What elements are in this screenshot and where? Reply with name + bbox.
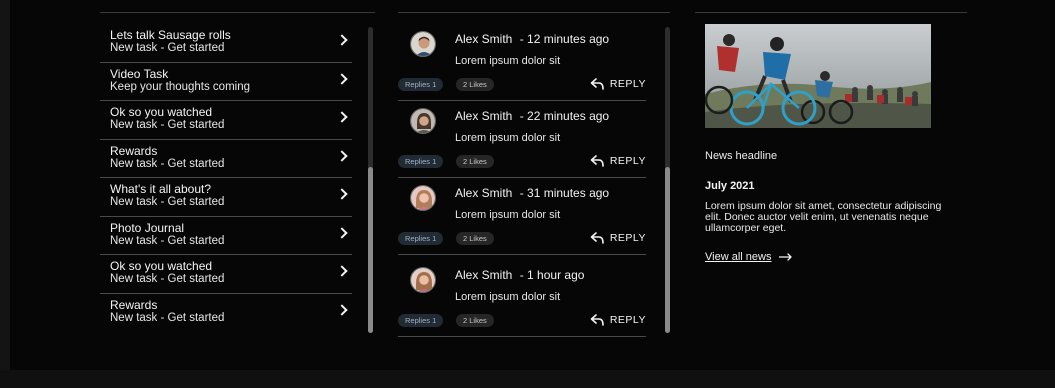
task-item[interactable]: Rewards New task - Get started <box>100 294 352 333</box>
task-subtitle: New task - Get started <box>110 196 225 208</box>
news-image[interactable] <box>705 24 931 128</box>
tasks-scrollbar[interactable] <box>368 27 373 333</box>
comment-time: - 12 minutes ago <box>519 32 610 46</box>
replies-badge[interactable]: Replies 1 <box>398 155 444 168</box>
comments-scrollbar[interactable] <box>665 27 670 333</box>
task-subtitle: Keep your thoughts coming <box>110 80 251 93</box>
task-subtitle: New task - Get started <box>110 157 225 170</box>
task-subtitle: New task - Get started <box>110 273 225 285</box>
likes-badge[interactable]: 2 Likes <box>456 314 494 327</box>
comment-author: Alex Smith <box>455 186 513 200</box>
comment-body: Lorem ipsum dolor sit <box>455 291 561 303</box>
replies-badge[interactable]: Replies 1 <box>398 78 444 91</box>
task-title: Photo Journal <box>110 220 185 235</box>
task-item[interactable]: Photo Journal New task - Get started <box>100 217 352 255</box>
comment-item: Alex Smith - 31 minutes ago Lorem ipsum … <box>398 178 646 255</box>
arrow-right-icon <box>779 253 793 261</box>
task-title: What's it all about? <box>110 182 212 196</box>
avatar[interactable] <box>410 108 436 134</box>
view-all-news-label: View all news <box>705 251 772 263</box>
likes-badge[interactable]: 2 Likes <box>456 232 494 245</box>
news-body: Lorem ipsum dolor sit amet, consectetur … <box>705 200 942 234</box>
news-header-rule <box>695 12 967 13</box>
task-item[interactable]: Rewards New task - Get started <box>100 140 352 178</box>
task-item[interactable]: What's it all about? New task - Get star… <box>100 178 352 217</box>
reply-button[interactable]: REPLY <box>590 311 646 329</box>
reply-label: REPLY <box>609 78 646 90</box>
reply-arrow-icon <box>590 78 604 90</box>
news-headline: News headline <box>705 150 778 162</box>
reply-arrow-icon <box>590 232 604 244</box>
task-item[interactable]: Video Task Keep your thoughts coming <box>100 63 352 101</box>
task-title: Ok so you watched <box>110 105 213 119</box>
likes-badge[interactable]: 2 Likes <box>456 155 494 168</box>
comments-header-rule <box>398 12 670 13</box>
reply-label: REPLY <box>609 232 646 244</box>
news-date: July 2021 <box>705 180 755 192</box>
task-item[interactable]: Ok so you watched New task - Get started <box>100 255 352 294</box>
comment-author: Alex Smith <box>455 32 513 46</box>
reply-button[interactable]: REPLY <box>590 75 646 93</box>
comments-scrollbar-thumb[interactable] <box>665 167 670 333</box>
task-title: Ok so you watched <box>110 259 213 273</box>
task-title: Video Task <box>110 66 169 81</box>
reply-button[interactable]: REPLY <box>590 152 646 170</box>
replies-badge[interactable]: Replies 1 <box>398 314 444 327</box>
comment-list: Alex Smith - 12 minutes ago Lorem ipsum … <box>398 24 646 337</box>
tasks-header-rule <box>100 12 375 13</box>
task-subtitle: New task - Get started <box>110 119 225 131</box>
avatar[interactable] <box>410 185 436 211</box>
comment-time: - 1 hour ago <box>519 268 585 282</box>
comment-body: Lorem ipsum dolor sit <box>455 209 561 221</box>
comment-author: Alex Smith <box>455 268 513 282</box>
comment-body: Lorem ipsum dolor sit <box>455 55 561 67</box>
task-item[interactable]: Ok so you watched New task - Get started <box>100 101 352 140</box>
likes-badge[interactable]: 2 Likes <box>456 78 494 91</box>
avatar[interactable] <box>410 31 436 57</box>
footer-strip <box>0 370 1055 388</box>
replies-badge[interactable]: Replies 1 <box>398 232 444 245</box>
reply-label: REPLY <box>609 314 646 326</box>
tasks-scrollbar-thumb[interactable] <box>368 167 373 333</box>
avatar[interactable] <box>410 267 436 293</box>
task-title: Lets talk Sausage rolls <box>110 28 231 42</box>
reply-arrow-icon <box>590 155 604 167</box>
task-subtitle: New task - Get started <box>110 42 225 54</box>
task-title: Rewards <box>110 297 158 312</box>
comment-body: Lorem ipsum dolor sit <box>455 132 561 144</box>
comment-item: Alex Smith - 12 minutes ago Lorem ipsum … <box>398 24 646 101</box>
task-subtitle: New task - Get started <box>110 311 225 324</box>
comment-author: Alex Smith <box>455 109 513 123</box>
task-title: Rewards <box>110 143 158 158</box>
reply-label: REPLY <box>609 155 646 167</box>
task-list: Lets talk Sausage rolls New task - Get s… <box>100 24 352 332</box>
reply-arrow-icon <box>590 314 604 326</box>
comment-time: - 31 minutes ago <box>519 186 610 200</box>
news-card: News headline July 2021 Lorem ipsum dolo… <box>705 24 965 265</box>
view-all-news-link[interactable]: View all news <box>705 251 793 263</box>
reply-button[interactable]: REPLY <box>590 229 646 247</box>
task-subtitle: New task - Get started <box>110 234 225 247</box>
comment-item: Alex Smith - 1 hour ago Lorem ipsum dolo… <box>398 255 646 337</box>
comment-time: - 22 minutes ago <box>519 109 610 123</box>
comment-item: Alex Smith - 22 minutes ago Lorem ipsum … <box>398 101 646 178</box>
task-item[interactable]: Lets talk Sausage rolls New task - Get s… <box>100 24 352 63</box>
